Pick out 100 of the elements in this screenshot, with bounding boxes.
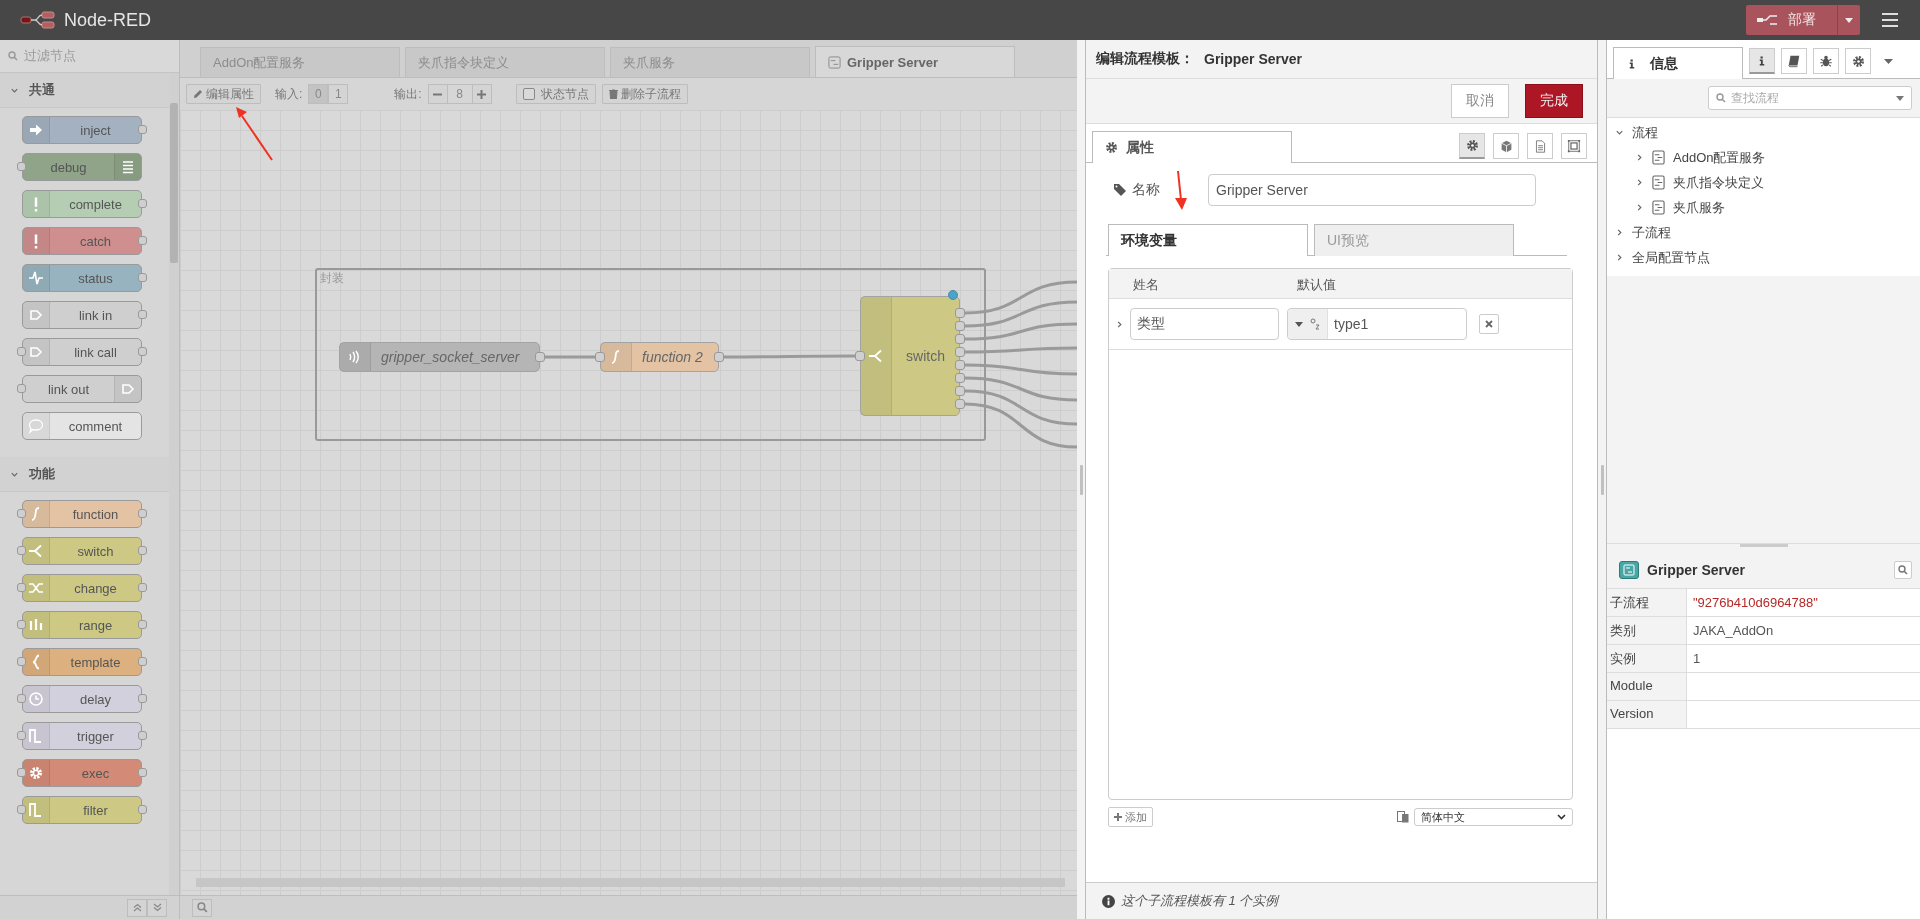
sidebar-tab-button[interactable] [1845,48,1871,74]
palette-node[interactable]: delay [22,685,142,713]
sidebar-tab-button[interactable] [1813,48,1839,74]
chevron-right-icon[interactable] [1615,228,1624,237]
resize-handle[interactable] [1600,464,1604,495]
output-count[interactable]: 8 [447,84,472,104]
chevron-down-icon [1557,814,1566,820]
sidebar-tab-button[interactable] [1749,48,1775,74]
increment-button[interactable] [471,84,492,104]
name-field[interactable]: Gripper Server [1208,174,1536,206]
tab-button[interactable] [1459,133,1485,159]
output-port[interactable] [535,352,545,362]
chevron-right-icon[interactable] [1635,203,1644,212]
annotation-arrow [236,107,273,161]
search-button[interactable] [192,898,212,917]
chevron-right-icon[interactable] [1115,320,1124,329]
palette-node[interactable]: change [22,574,142,602]
input-count-option[interactable]: 1 [328,84,349,104]
output-port [138,508,147,518]
logo-icon [20,10,56,30]
delete-subflow-button[interactable]: 删除子流程 [601,84,688,104]
add-button[interactable]: 添加 [1108,807,1153,827]
palette-node[interactable]: switch [22,537,142,565]
tab-button[interactable] [1527,133,1553,159]
tree-item[interactable]: 夹爪指令块定义 [1607,170,1920,195]
tab-button[interactable] [1561,133,1587,159]
pulse-icon [28,270,44,286]
language-select[interactable]: 简体中文 [1414,808,1573,826]
palette-node[interactable]: catch [22,227,142,255]
palette-node[interactable]: link out [22,375,142,403]
value-input[interactable]: type1 [1287,308,1467,340]
decrement-button[interactable] [427,84,448,104]
properties-tab[interactable]: 属性 [1092,131,1292,163]
caret-icon [1294,321,1303,327]
property-name: 类别 [1607,617,1687,644]
cancel-button[interactable]: 取消 [1451,84,1509,118]
chevron-right-icon[interactable] [1615,253,1624,262]
tree-item[interactable]: 流程 [1607,120,1920,145]
palette-node[interactable]: link call [22,338,142,366]
palette-node[interactable]: trigger [22,722,142,750]
name-label: 名称 [1106,181,1208,199]
delete-button[interactable] [1479,314,1499,334]
chevron-right-icon[interactable] [1635,178,1644,187]
group-frame[interactable] [315,268,986,441]
clock-icon [28,691,44,707]
column-header: 默认值 [1297,276,1336,294]
tab-button[interactable] [1493,133,1519,159]
expand-all-button[interactable] [147,898,167,917]
section-tab[interactable]: 环境变量 [1108,224,1308,256]
palette-node[interactable]: filter [22,796,142,824]
tree-item[interactable]: 全局配置节点 [1607,245,1920,270]
checkbox[interactable] [522,88,535,100]
sidebar-tab-button[interactable] [1781,48,1807,74]
caret-icon [1883,58,1893,64]
chevron-right-icon[interactable] [1635,153,1644,162]
palette-node[interactable]: inject [22,116,142,144]
column-header: 姓名 [1132,276,1160,294]
fork-icon [868,348,884,364]
palette-node[interactable]: comment [22,412,142,440]
deploy-button[interactable]: 部署 [1746,5,1860,35]
edit-properties-button[interactable]: 编辑属性 [186,84,261,104]
palette-node[interactable]: complete [22,190,142,218]
input-port[interactable] [855,351,865,361]
scrollbar-thumb[interactable] [170,103,178,263]
flow-node[interactable]: switch [860,296,960,416]
search-button[interactable] [1894,561,1912,579]
palette-node[interactable]: range [22,611,142,639]
flow-node[interactable]: gripper_socket_server [339,342,540,372]
collapse-all-button[interactable] [127,898,147,917]
input-port[interactable] [595,352,605,362]
deploy-icon [1756,13,1778,27]
palette-node[interactable]: template [22,648,142,676]
palette-node[interactable]: exec [22,759,142,787]
flow-tab[interactable]: Gripper Server [815,46,1015,77]
resize-handle[interactable] [1739,544,1788,547]
chevron-down-icon[interactable] [1615,128,1624,137]
annotation-arrow [1175,170,1187,210]
category-header[interactable]: 共通 [0,73,169,108]
category-header[interactable]: 功能 [0,457,169,492]
section-tab[interactable]: UI预览 [1314,224,1514,256]
tree-item[interactable]: AddOn配置服务 [1607,145,1920,170]
done-button[interactable]: 完成 [1525,84,1583,118]
output-port[interactable] [714,352,724,362]
flow-node[interactable]: function 2 [600,342,719,372]
speech-bubble-icon [28,418,44,434]
name-input[interactable]: 类型 [1130,308,1279,340]
menu-icon[interactable] [1882,13,1898,27]
palette-node[interactable]: function [22,500,142,528]
tag-icon [1114,184,1126,196]
palette-node[interactable]: status [22,264,142,292]
caret-icon [1896,95,1904,101]
search-field[interactable]: 查找流程 [1708,86,1912,110]
info-tab[interactable]: 信息 [1613,47,1743,79]
palette-node[interactable]: debug [22,153,142,181]
resize-handle[interactable] [1079,464,1083,495]
tree-item[interactable]: 子流程 [1607,220,1920,245]
palette-node[interactable]: link in [22,301,142,329]
status-node-toggle[interactable]: 状态节点 [515,84,596,104]
property-name: 实例 [1607,645,1687,672]
tree-item[interactable]: 夹爪服务 [1607,195,1920,220]
